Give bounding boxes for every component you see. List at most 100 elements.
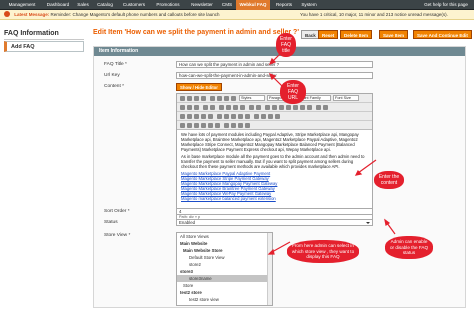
- back-button[interactable]: Back: [301, 30, 320, 39]
- store-option[interactable]: Default Store View: [177, 254, 272, 261]
- tab-add-faq[interactable]: Add FAQ: [4, 41, 84, 52]
- media-icon[interactable]: [254, 113, 259, 119]
- message-text[interactable]: Reminder: Change Magento's default phone…: [51, 12, 220, 17]
- outdent-icon[interactable]: [233, 104, 238, 110]
- align-left-icon[interactable]: [210, 95, 215, 101]
- ltr-icon[interactable]: [268, 113, 273, 119]
- help-icon[interactable]: [300, 104, 305, 110]
- fullscreen-icon[interactable]: [261, 113, 266, 119]
- remove-format-icon[interactable]: [224, 113, 229, 119]
- sort-order-input[interactable]: 4: [176, 208, 373, 215]
- cell-props-icon[interactable]: [194, 113, 199, 119]
- store-option[interactable]: store3name: [177, 275, 272, 282]
- store-view-multiselect[interactable]: All Store Views Main Website Main Websit…: [176, 232, 273, 306]
- faq-title-label: FAQ Title *: [104, 62, 127, 67]
- store-list-scrollbar[interactable]: [267, 233, 272, 305]
- insert-row-icon[interactable]: [201, 113, 206, 119]
- align-right-icon[interactable]: [224, 95, 229, 101]
- nav-sales[interactable]: Sales: [74, 0, 92, 10]
- forecolor-icon[interactable]: [316, 104, 321, 110]
- store-option[interactable]: test2 store: [177, 289, 272, 296]
- content-link[interactable]: Magento marketplace balanced payment ext…: [181, 196, 367, 201]
- save-continue-button[interactable]: Save And Continue Edit: [413, 30, 472, 39]
- row-props-icon[interactable]: [187, 113, 192, 119]
- store-option[interactable]: test2 store view: [177, 296, 272, 303]
- status-label: Status: [104, 220, 118, 225]
- message-counts[interactable]: You have 1 critical, 10 major, 11 minor …: [300, 10, 448, 19]
- copy-icon[interactable]: [187, 104, 192, 110]
- store-option[interactable]: Store: [177, 282, 272, 289]
- italic-icon[interactable]: [187, 95, 192, 101]
- font-size-select[interactable]: Font Size: [333, 95, 359, 101]
- hr-icon[interactable]: [217, 113, 222, 119]
- bold-icon[interactable]: [180, 95, 185, 101]
- nav-dashboard[interactable]: Dashboard: [44, 0, 72, 10]
- reset-button[interactable]: Reset: [318, 30, 339, 39]
- visualchars-icon[interactable]: [224, 122, 229, 128]
- pagebreak-icon[interactable]: [245, 122, 250, 128]
- charmap-icon[interactable]: [245, 113, 250, 119]
- acronym-icon[interactable]: [194, 122, 199, 128]
- nav-webkul-faq[interactable]: Webkul FAQ: [236, 0, 270, 10]
- show-hide-editor-button[interactable]: Show / Hide Editor: [176, 83, 222, 91]
- replace-icon[interactable]: [210, 104, 215, 110]
- strikethrough-icon[interactable]: [201, 95, 206, 101]
- subscript-icon[interactable]: [231, 113, 236, 119]
- nav-newsletter[interactable]: Newsletter: [186, 0, 218, 10]
- nav-reports[interactable]: Reports: [272, 0, 296, 10]
- nav-catalog[interactable]: Catalog: [94, 0, 116, 10]
- unlink-icon[interactable]: [272, 104, 277, 110]
- nav-promotions[interactable]: Promotions: [152, 0, 184, 10]
- align-center-icon[interactable]: [217, 95, 222, 101]
- del-icon[interactable]: [201, 122, 206, 128]
- faq-title-input[interactable]: How can we split the payment in admin an…: [176, 61, 373, 68]
- undo-icon[interactable]: [249, 104, 254, 110]
- align-justify-icon[interactable]: [231, 95, 236, 101]
- attribs-icon[interactable]: [215, 122, 220, 128]
- url-key-input[interactable]: how-can-we-split-the-payment-in-admin-an…: [176, 72, 373, 79]
- template-icon[interactable]: [238, 122, 243, 128]
- ins-icon[interactable]: [208, 122, 213, 128]
- store-option[interactable]: store2: [177, 261, 272, 268]
- cleanup-icon[interactable]: [293, 104, 298, 110]
- nav-customers[interactable]: Customers: [118, 0, 150, 10]
- paste-icon[interactable]: [194, 104, 199, 110]
- delete-row-icon[interactable]: [208, 113, 213, 119]
- styles-select[interactable]: Styles: [239, 95, 265, 101]
- save-item-button[interactable]: Save Item: [379, 30, 409, 39]
- store-option[interactable]: Main Website: [177, 240, 272, 247]
- cut-icon[interactable]: [180, 104, 185, 110]
- store-option[interactable]: store3: [177, 268, 272, 275]
- content-editor[interactable]: Styles Paragraph Font Family Font Size W…: [176, 93, 373, 221]
- link-icon[interactable]: [265, 104, 270, 110]
- chevron-down-icon: [366, 222, 370, 224]
- indent-icon[interactable]: [240, 104, 245, 110]
- help-link[interactable]: Get help for this page: [424, 0, 468, 10]
- redo-icon[interactable]: [256, 104, 261, 110]
- backcolor-icon[interactable]: [323, 104, 328, 110]
- numbered-list-icon[interactable]: [226, 104, 231, 110]
- delete-item-button[interactable]: Delete Item: [340, 30, 373, 39]
- status-select[interactable]: Enabled: [176, 219, 373, 226]
- nav-management[interactable]: Management: [2, 0, 42, 10]
- cite-icon[interactable]: [180, 122, 185, 128]
- editor-toolbar-row-4: [177, 121, 372, 130]
- nav-cms[interactable]: CMS: [220, 0, 234, 10]
- store-option[interactable]: Main Website Store: [177, 247, 272, 254]
- store-option[interactable]: All Store Views: [177, 233, 272, 240]
- superscript-icon[interactable]: [238, 113, 243, 119]
- underline-icon[interactable]: [194, 95, 199, 101]
- anchor-icon[interactable]: [279, 104, 284, 110]
- find-icon[interactable]: [203, 104, 208, 110]
- code-icon[interactable]: [307, 104, 312, 110]
- image-icon[interactable]: [286, 104, 291, 110]
- table-icon[interactable]: [180, 113, 185, 119]
- editor-content[interactable]: We have lots of payment modules includin…: [181, 132, 367, 201]
- bullet-list-icon[interactable]: [219, 104, 224, 110]
- status-value: Enabled: [179, 220, 196, 225]
- rtl-icon[interactable]: [275, 113, 280, 119]
- store-view-label: Store View *: [104, 233, 131, 238]
- nbsp-icon[interactable]: [231, 122, 236, 128]
- abbr-icon[interactable]: [187, 122, 192, 128]
- nav-system[interactable]: System: [298, 0, 320, 10]
